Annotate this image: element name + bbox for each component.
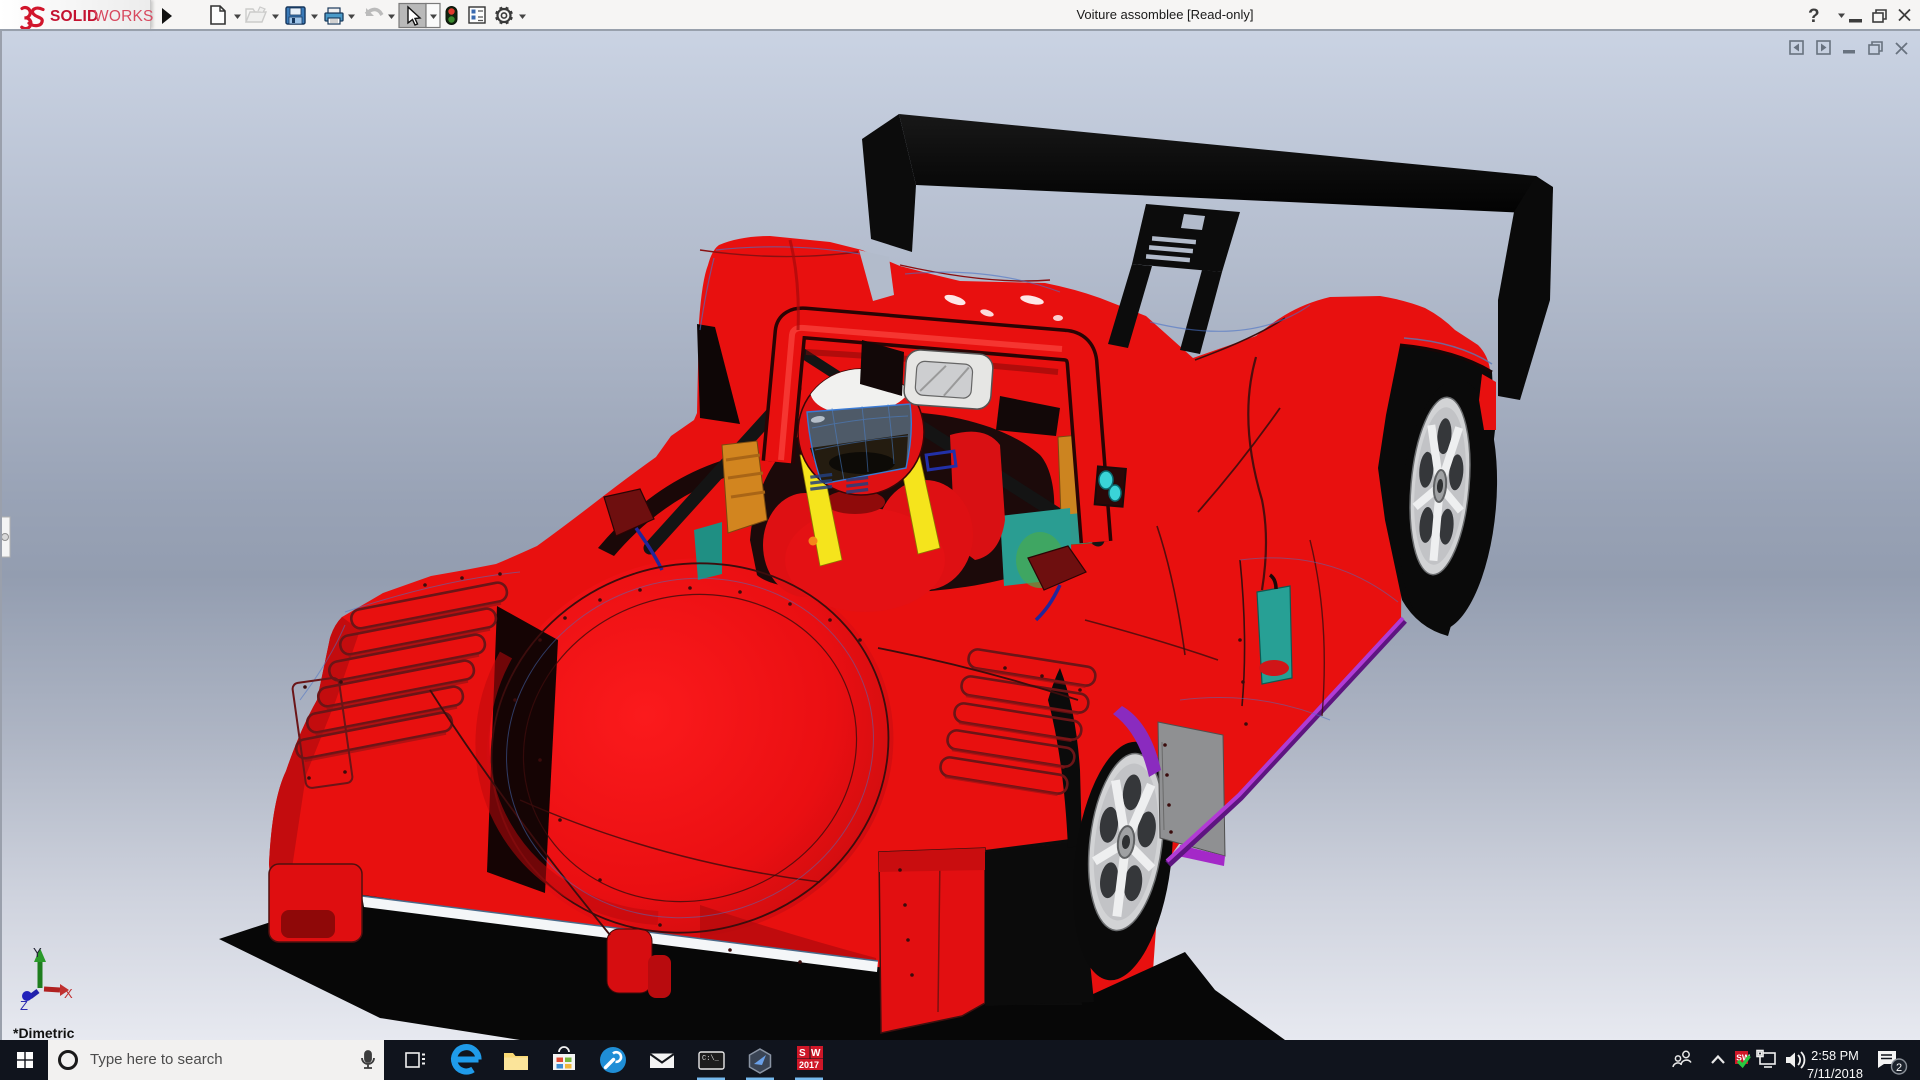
svg-text:2:58 PM: 2:58 PM: [1811, 1048, 1859, 1063]
svg-text:2: 2: [1896, 1062, 1902, 1074]
svg-text:W: W: [811, 1048, 821, 1059]
svg-text:Y: Y: [33, 945, 42, 960]
svg-text:7/11/2018: 7/11/2018: [1807, 1066, 1863, 1080]
svg-text:S: S: [799, 1048, 806, 1059]
svg-text:Z: Z: [20, 998, 28, 1013]
svg-text:X: X: [64, 986, 73, 1001]
svg-text:C:\_: C:\_: [702, 1055, 720, 1063]
svg-text:2017: 2017: [799, 1060, 819, 1070]
